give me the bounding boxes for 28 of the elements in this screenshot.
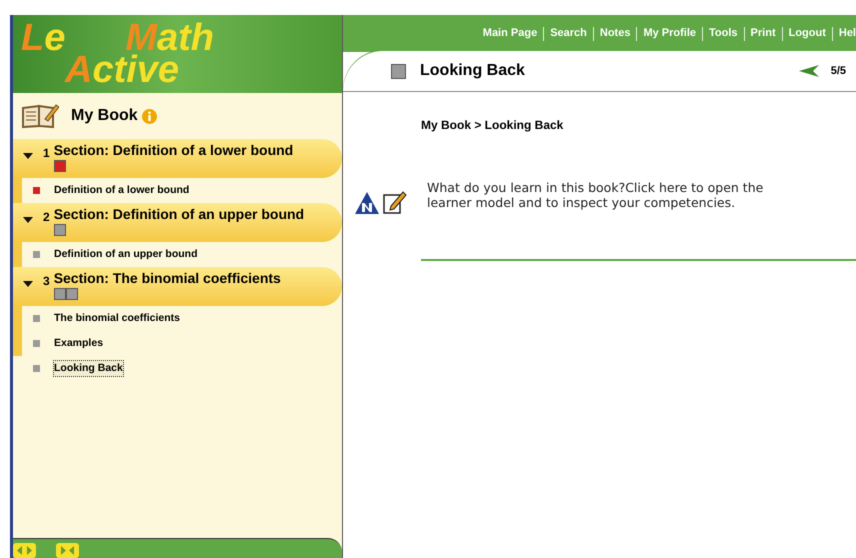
caret-icon[interactable] xyxy=(23,153,33,159)
section-number: 1 xyxy=(43,145,50,162)
sidebar-title: My Book xyxy=(71,106,138,126)
toc-item[interactable]: Looking Back xyxy=(54,360,123,376)
section-number: 2 xyxy=(43,209,50,226)
toc-item[interactable]: Definition of an upper bound xyxy=(54,246,198,262)
breadcrumb: My Book > Looking Back xyxy=(421,118,564,132)
page-counter: 5/5 xyxy=(830,64,846,79)
section-header[interactable]: 1 Section: Definition of a lower bound xyxy=(13,139,342,178)
section-title: Section: Definition of an upper bound xyxy=(54,206,304,223)
caret-icon[interactable] xyxy=(23,217,33,223)
toc-item[interactable]: Examples xyxy=(54,336,104,352)
n-triangle-icon[interactable] xyxy=(355,192,379,214)
toc-item[interactable]: The binomial coefficients xyxy=(54,310,180,326)
section-title: Section: The binomial coefficients xyxy=(54,270,281,287)
section-title: Section: Definition of a lower bound xyxy=(54,142,294,159)
back-arrow-icon[interactable] xyxy=(798,65,819,77)
section-header[interactable]: 2 Section: Definition of an upper bound xyxy=(13,203,342,242)
logo-word: Active xyxy=(65,51,180,89)
caret-icon[interactable] xyxy=(23,281,33,287)
page-title: Looking Back xyxy=(420,61,526,81)
section-number: 3 xyxy=(43,273,50,290)
book-icon xyxy=(21,103,59,129)
logo-word: Le xyxy=(21,19,66,57)
section-header[interactable]: 3 Section: The binomial coefficients xyxy=(13,267,342,306)
toc-item[interactable]: Definition of a lower bound xyxy=(54,182,190,198)
learner-model-link-text[interactable]: What do you learn in this book?Click here to open the learner model and to inspect your competencies. xyxy=(427,180,777,214)
edit-note-icon[interactable] xyxy=(383,190,407,214)
